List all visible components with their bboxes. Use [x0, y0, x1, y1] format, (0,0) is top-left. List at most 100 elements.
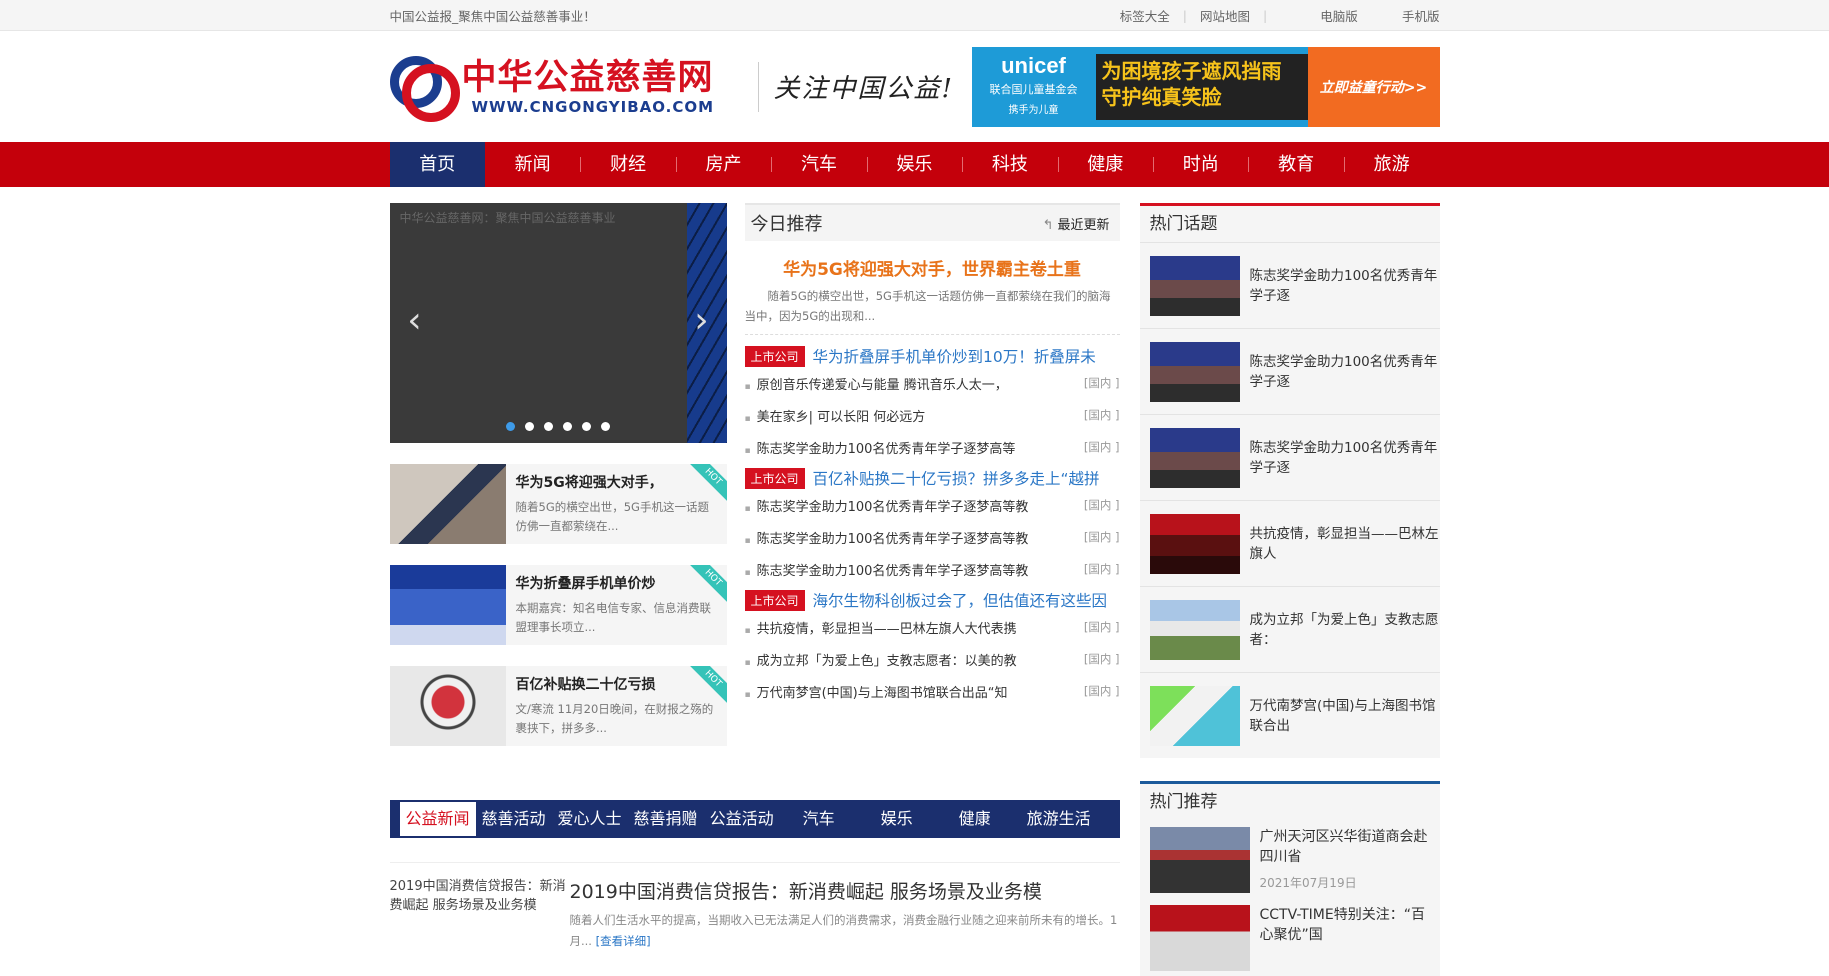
- unicef-banner-ad[interactable]: unicef 联合国儿童基金会 携手为儿童 为困境孩子遮风挡雨 守护纯真笑脸 立…: [971, 46, 1440, 127]
- tags-link[interactable]: 标签大全: [1120, 6, 1170, 25]
- nav-item-travel[interactable]: 旅游: [1343, 142, 1439, 187]
- banner-headline: 为困境孩子遮风挡雨 守护纯真笑脸: [1095, 53, 1308, 120]
- list-item-title[interactable]: 原创音乐传递爱心与能量 腾讯音乐人太一，: [745, 374, 1045, 393]
- topic-title: 陈志奖学金助力100名优秀青年学子逐: [1249, 267, 1438, 304]
- topic-item[interactable]: 万代南梦宫(中国)与上海图书馆联合出: [1139, 672, 1440, 758]
- banner-org: 联合国儿童基金会: [989, 82, 1078, 96]
- slider-dot[interactable]: [525, 422, 534, 431]
- article-title[interactable]: 2019中国消费信贷报告：新消费崛起 服务场景及业务模: [570, 877, 1120, 904]
- top-bar: 中国公益报_聚焦中国公益慈善事业！ 标签大全 | 网站地图 | 电脑版 | 手机…: [0, 0, 1829, 31]
- latest-updates-link[interactable]: ↰ 最近更新: [1043, 214, 1110, 233]
- slider-dot[interactable]: [506, 422, 515, 431]
- topic-item[interactable]: 陈志奖学金助力100名优秀青年学子逐: [1139, 242, 1440, 328]
- nav-item-finance[interactable]: 财经: [580, 142, 675, 187]
- slider-dot[interactable]: [582, 422, 591, 431]
- list-item-title[interactable]: 陈志奖学金助力100名优秀青年学子逐梦高等教: [745, 560, 1045, 579]
- list-item[interactable]: 共抗疫情，彰显担当——巴林左旗人大代表携 [国内 ]: [745, 611, 1120, 643]
- recommend-item[interactable]: CCTV-TIME特别关注：“百心聚优”国: [1140, 898, 1440, 976]
- list-item-title[interactable]: 共抗疫情，彰显担当——巴林左旗人大代表携: [745, 618, 1045, 637]
- tab-entertainment[interactable]: 娱乐: [858, 802, 936, 836]
- lead-news-link[interactable]: 百亿补贴换二十亿亏损？拼多多走上“越拼: [813, 467, 1100, 489]
- lead-news-link[interactable]: 海尔生物科创板过会了，但估值还有这些因: [813, 589, 1108, 611]
- list-item-category: [国内 ]: [1083, 562, 1120, 576]
- hot-card[interactable]: 华为折叠屏手机单价炒 本期嘉宾：知名电信专家、信息消费联盟理事长项立... HO…: [389, 565, 727, 645]
- list-item[interactable]: 原创音乐传递爱心与能量 腾讯音乐人太一， [国内 ]: [745, 367, 1120, 399]
- list-item-title[interactable]: 陈志奖学金助力100名优秀青年学子逐梦高等: [745, 438, 1045, 457]
- list-item[interactable]: 陈志奖学金助力100名优秀青年学子逐梦高等教 [国内 ]: [745, 521, 1120, 553]
- hot-card-title: 百亿补贴换二十亿亏损: [515, 677, 656, 693]
- banner-line1: 为困境孩子遮风挡雨: [1101, 58, 1282, 83]
- list-item-title[interactable]: 成为立邦「为爱上色」支教志愿者：以美的教: [745, 650, 1045, 669]
- header-slogan: 关注中国公益!: [757, 61, 954, 112]
- site-logo[interactable]: 中华公益慈善网 WWW.CNGONGYIBAO.COM: [389, 52, 740, 122]
- list-item-title[interactable]: 陈志奖学金助力100名优秀青年学子逐梦高等教: [745, 496, 1045, 515]
- slider-prev-icon[interactable]: ‹: [405, 301, 425, 341]
- hot-card[interactable]: 百亿补贴换二十亿亏损 文/寒流 11月20日晚间，在财报之殇的裹挟下，拼多多..…: [389, 666, 727, 746]
- recommend-title: 广州天河区兴华街道商会赴四川省: [1259, 829, 1428, 865]
- recommend-item[interactable]: 广州天河区兴华街道商会赴四川省 2021年07月19日: [1140, 820, 1440, 898]
- list-item[interactable]: 陈志奖学金助力100名优秀青年学子逐梦高等 [国内 ]: [745, 431, 1120, 463]
- nav-item-home[interactable]: 首页: [389, 142, 485, 187]
- right-column: 热门话题 陈志奖学金助力100名优秀青年学子逐 陈志奖学金助力100名优秀青年学…: [1139, 203, 1440, 976]
- list-item[interactable]: 陈志奖学金助力100名优秀青年学子逐梦高等教 [国内 ]: [745, 553, 1120, 585]
- tab-caring-people[interactable]: 爱心人士: [552, 802, 628, 836]
- tab-travel-life[interactable]: 旅游生活: [1014, 802, 1104, 836]
- list-item-title[interactable]: 陈志奖学金助力100名优秀青年学子逐梦高等教: [745, 528, 1045, 547]
- list-item-title[interactable]: 万代南梦宫(中国)与上海图书馆联合出品“知: [745, 682, 1045, 701]
- lead-news-link[interactable]: 华为折叠屏手机单价炒到10万！折叠屏未: [813, 345, 1096, 367]
- view-details-link[interactable]: [查看详细]: [596, 934, 651, 948]
- list-item-category: [国内 ]: [1083, 530, 1120, 544]
- list-item[interactable]: 万代南梦宫(中国)与上海图书馆联合出品“知 [国内 ]: [745, 675, 1120, 707]
- nav-item-auto[interactable]: 汽车: [771, 142, 866, 187]
- site-tagline: 中国公益报_聚焦中国公益慈善事业！: [389, 8, 596, 24]
- mobile-version-link[interactable]: 手机版: [1402, 6, 1440, 25]
- nav-item-tech[interactable]: 科技: [962, 142, 1057, 187]
- article-item: 2019中国消费信贷报告：新消费崛起 服务场景及业务模 2019中国消费信贷报告…: [389, 862, 1120, 952]
- tab-charity-events[interactable]: 慈善活动: [476, 802, 552, 836]
- list-item[interactable]: 陈志奖学金助力100名优秀青年学子逐梦高等教 [国内 ]: [745, 489, 1120, 521]
- sitemap-link[interactable]: 网站地图: [1200, 6, 1250, 25]
- list-item-category: [国内 ]: [1083, 620, 1120, 634]
- tab-health[interactable]: 健康: [936, 802, 1014, 836]
- image-slider[interactable]: 中华公益慈善网：聚焦中国公益慈善事业 ‹ ›: [389, 203, 727, 443]
- latest-updates-label: 最近更新: [1057, 217, 1110, 233]
- banner-motto: 携手为儿童: [1008, 104, 1059, 116]
- list-item-category: [国内 ]: [1083, 652, 1120, 666]
- topic-item[interactable]: 成为立邦「为爱上色」支教志愿者：: [1139, 586, 1440, 672]
- tab-public-welfare[interactable]: 公益活动: [704, 802, 780, 836]
- list-item[interactable]: 成为立邦「为爱上色」支教志愿者：以美的教 [国内 ]: [745, 643, 1120, 675]
- topic-item[interactable]: 陈志奖学金助力100名优秀青年学子逐: [1139, 328, 1440, 414]
- topic-title: 万代南梦宫(中国)与上海图书馆联合出: [1249, 697, 1436, 734]
- topic-item[interactable]: 陈志奖学金助力100名优秀青年学子逐: [1139, 414, 1440, 500]
- slider-dot[interactable]: [563, 422, 572, 431]
- logo-rings-icon: [389, 52, 460, 122]
- hot-recommend-title: 热门推荐: [1139, 784, 1440, 820]
- hot-card-title: 华为折叠屏手机单价炒: [515, 576, 656, 592]
- tab-auto[interactable]: 汽车: [780, 802, 858, 836]
- tab-donations[interactable]: 慈善捐赠: [628, 802, 704, 836]
- hot-card-image: [389, 666, 506, 746]
- header: 中华公益慈善网 WWW.CNGONGYIBAO.COM 关注中国公益! unic…: [0, 31, 1829, 142]
- nav-item-education[interactable]: 教育: [1248, 142, 1343, 187]
- slider-dot[interactable]: [544, 422, 553, 431]
- tab-charity-news[interactable]: 公益新闻: [399, 802, 476, 836]
- nav-item-realestate[interactable]: 房产: [675, 142, 771, 187]
- nav-item-fashion[interactable]: 时尚: [1153, 142, 1248, 187]
- today-headline[interactable]: 华为5G将迎强大对手，世界霸主卷土重: [745, 255, 1120, 280]
- slider-dot[interactable]: [601, 422, 610, 431]
- nav-item-entertainment[interactable]: 娱乐: [866, 142, 962, 187]
- nav-item-news[interactable]: 新闻: [485, 142, 580, 187]
- topic-image: [1149, 255, 1240, 316]
- hot-card[interactable]: 华为5G将迎强大对手， 随着5G的横空出世，5G手机这一话题仿佛一直都萦绕在..…: [389, 464, 727, 544]
- topic-title: 共抗疫情，彰显担当——巴林左旗人: [1249, 525, 1439, 562]
- nav-item-health[interactable]: 健康: [1057, 142, 1153, 187]
- topic-image: [1149, 341, 1240, 402]
- article-image-alt[interactable]: 2019中国消费信贷报告：新消费崛起 服务场景及业务模: [390, 877, 568, 952]
- list-item[interactable]: 美在家乡| 可以长阳 何必远方 [国内 ]: [745, 399, 1120, 431]
- list-item-title[interactable]: 美在家乡| 可以长阳 何必远方: [745, 406, 1045, 425]
- list-item-category: [国内 ]: [1083, 408, 1120, 422]
- desktop-version-link[interactable]: 电脑版: [1320, 6, 1358, 25]
- slider-next-icon[interactable]: ›: [692, 301, 712, 341]
- topic-item[interactable]: 共抗疫情，彰显担当——巴林左旗人: [1139, 500, 1440, 586]
- recommend-image: [1149, 827, 1250, 893]
